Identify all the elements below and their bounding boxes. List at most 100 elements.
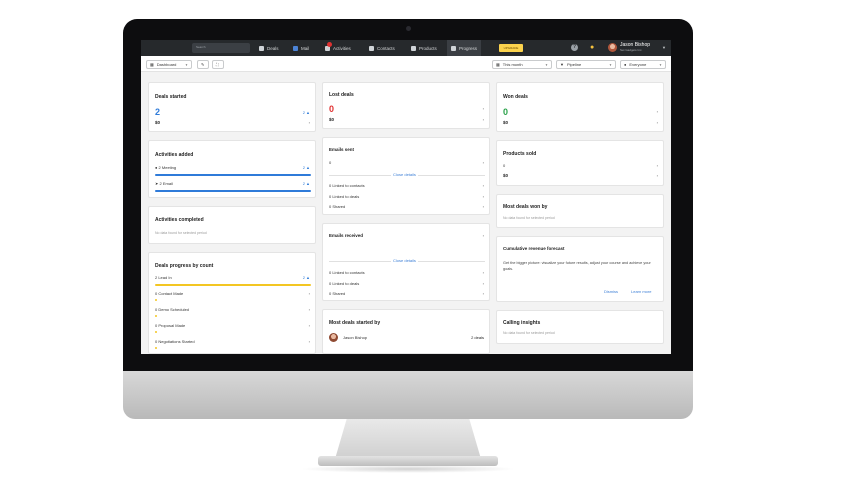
row-value: 2 ▲ <box>302 181 310 186</box>
help-icon[interactable]: ? <box>571 44 578 51</box>
camera <box>406 26 411 31</box>
products-sold-count: 0 <box>503 163 506 168</box>
chevron-right-icon: › <box>482 160 484 165</box>
close-details-link[interactable]: Close details <box>391 172 418 177</box>
change-indicator: 2 ▲ <box>302 110 310 115</box>
deals-progress-card[interactable]: Deals progress by count 2 Lead In 2 ▲ 0 … <box>148 252 316 354</box>
calendar-icon: ▦ <box>496 62 500 67</box>
person-deals: 2 deals <box>471 335 484 340</box>
pipeline-select[interactable]: ▼ Pipeline ▼ <box>556 60 616 69</box>
top-navigation: Search Deals Mail Activities Contacts Pr… <box>141 40 671 56</box>
chevron-right-icon: › <box>656 163 658 168</box>
most-deals-won-card[interactable]: Most deals won by No data found for sele… <box>496 194 664 228</box>
activities-completed-card[interactable]: Activities completed No data found for s… <box>148 206 316 244</box>
close-details-link[interactable]: Close details <box>391 258 418 263</box>
emails-sent-card[interactable]: Emails sent 0 › Close details 0 Linked t… <box>322 137 490 215</box>
people-icon: ● <box>155 165 158 170</box>
card-title: Won deals <box>503 94 528 100</box>
lightbulb-icon[interactable]: ● <box>590 43 594 52</box>
nav-mail[interactable]: Mail <box>289 40 313 56</box>
card-title: Activities completed <box>155 217 204 223</box>
deals-icon <box>259 45 264 51</box>
chevron-down-icon[interactable]: ▼ <box>662 45 666 50</box>
notification-badge <box>327 42 332 47</box>
nav-activities-label: Activities <box>333 45 351 51</box>
pipeline-select-label: Pipeline <box>566 62 582 67</box>
stage-row[interactable]: 0 Proposal Made <box>155 323 185 328</box>
card-title: Deals progress by count <box>155 263 214 269</box>
stage-row[interactable]: 0 Negotiations Started <box>155 339 195 344</box>
lost-deals-amount: $0 <box>329 117 335 122</box>
row-value-text: 2 <box>302 181 305 186</box>
card-title: Activities added <box>155 152 194 158</box>
user-filter-select[interactable]: ● Everyone ▼ <box>620 60 666 69</box>
lost-deals-count: 0 <box>329 104 335 114</box>
row-value: 2 ▲ <box>302 165 310 170</box>
person-name[interactable]: Jason Bishop <box>343 335 367 340</box>
filter-icon: ▼ <box>560 62 564 67</box>
deals-started-amount: $0 <box>155 120 161 125</box>
row-value: 2 ▲ <box>302 275 310 280</box>
activity-row-meeting[interactable]: ● 2 Meeting <box>155 165 176 170</box>
chevron-right-icon: › <box>308 307 310 312</box>
nav-deals[interactable]: Deals <box>255 40 283 56</box>
card-title: Lost deals <box>329 92 354 98</box>
card-title: Most deals won by <box>503 204 548 210</box>
stage-row[interactable]: 0 Demo Scheduled <box>155 307 189 312</box>
dismiss-button[interactable]: Dismiss <box>604 289 618 294</box>
chevron-right-icon: › <box>308 120 310 125</box>
empty-message: No data found for selected period <box>503 331 555 335</box>
email-row[interactable]: 0 Linked to contacts <box>329 270 365 275</box>
stage-row[interactable]: 0 Contact Made <box>155 291 183 296</box>
empty-message: No data found for selected period <box>503 216 555 220</box>
chevron-down-icon: ▼ <box>659 62 662 67</box>
avatar[interactable] <box>608 43 617 52</box>
card-title: Products sold <box>503 151 537 157</box>
edit-button[interactable]: ✎ <box>197 60 209 69</box>
email-row[interactable]: 0 Shared <box>329 291 345 296</box>
app-screen: Search Deals Mail Activities Contacts Pr… <box>141 40 671 354</box>
fullscreen-button[interactable]: ⛶ <box>212 60 224 69</box>
monitor-chin <box>123 371 693 419</box>
search-input[interactable]: Search <box>192 43 250 53</box>
progress-bar <box>155 174 311 176</box>
chart-icon <box>451 45 456 51</box>
change-value: 2 <box>302 110 305 115</box>
chevron-right-icon: › <box>656 109 658 114</box>
chevron-down-icon: ▼ <box>609 62 612 67</box>
user-filter-label: Everyone <box>629 62 647 67</box>
stage-row[interactable]: 2 Lead In <box>155 275 172 280</box>
deals-started-card[interactable]: Deals started 2 $0 2 ▲ › <box>148 82 316 132</box>
most-deals-started-card[interactable]: Most deals started by Jason Bishop 2 dea… <box>322 309 490 354</box>
email-row[interactable]: 0 Linked to contacts <box>329 183 365 188</box>
email-row[interactable]: 0 Linked to deals <box>329 281 359 286</box>
nav-products[interactable]: Products <box>407 40 441 56</box>
progress-dot <box>155 299 157 301</box>
upgrade-button[interactable]: UPGRADE <box>499 44 523 52</box>
learn-more-link[interactable]: Learn more <box>631 289 651 294</box>
user-company: Set Gadgets Inc. <box>620 48 643 52</box>
activity-row-email[interactable]: ➤ 2 Email <box>155 181 173 186</box>
card-title: Most deals started by <box>329 320 381 326</box>
grid-icon: ▦ <box>150 62 154 67</box>
empty-message: No data found for selected period <box>155 231 207 235</box>
calling-insights-card[interactable]: Calling insights No data found for selec… <box>496 310 664 344</box>
stand-shadow <box>300 465 516 473</box>
monitor-foot <box>318 456 498 466</box>
dashboard-select[interactable]: ▦ Dashboard ▼ <box>146 60 192 69</box>
nav-activities[interactable]: Activities <box>321 40 355 56</box>
nav-progress[interactable]: Progress <box>447 40 482 56</box>
card-title: Emails sent <box>329 147 355 152</box>
emails-received-card[interactable]: Emails received › Close details 0 Linked… <box>322 223 490 301</box>
period-select[interactable]: ▦ This month ▼ <box>492 60 552 69</box>
nav-deals-label: Deals <box>267 45 279 51</box>
email-row[interactable]: 0 Linked to deals <box>329 194 359 199</box>
chevron-right-icon: › <box>482 106 484 111</box>
email-row[interactable]: 0 Shared <box>329 204 345 209</box>
nav-contacts[interactable]: Contacts <box>365 40 399 56</box>
activities-added-card[interactable]: Activities added ● 2 Meeting 2 ▲ ➤ 2 Ema… <box>148 140 316 198</box>
won-deals-card[interactable]: Won deals 0 $0 › › <box>496 82 664 132</box>
lost-deals-card[interactable]: Lost deals 0 $0 › › <box>322 82 490 129</box>
products-sold-card[interactable]: Products sold 0 $0 › › <box>496 140 664 186</box>
progress-bar <box>155 284 311 286</box>
